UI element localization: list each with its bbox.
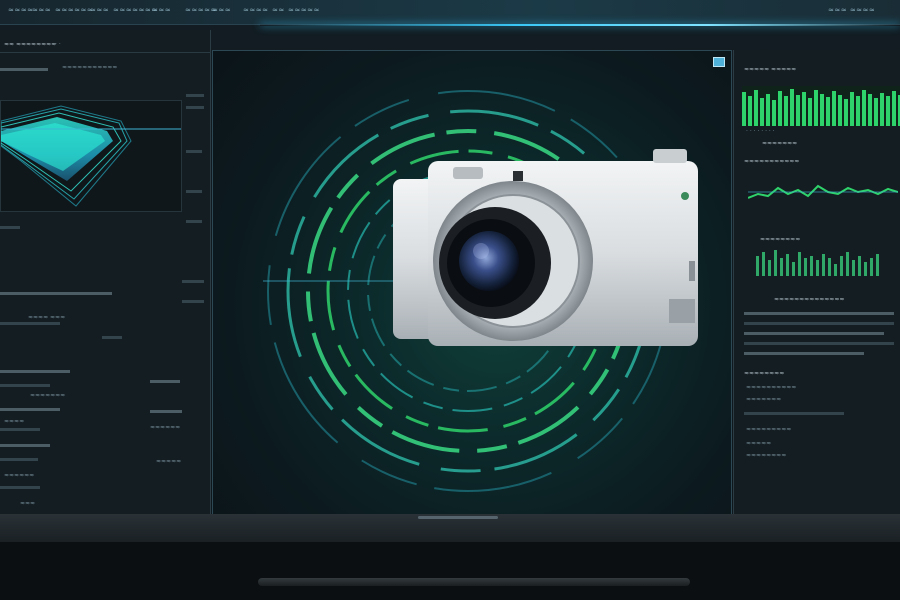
- bar: [186, 106, 204, 109]
- menu-item[interactable]: ≈≈≈≈≈≈≈: [113, 6, 158, 14]
- panel-tab[interactable]: · ·: [55, 41, 61, 48]
- menu-item[interactable]: ≈≈≈≈: [8, 6, 33, 14]
- row-bar: [0, 458, 38, 461]
- top-menu-bar: ≈≈≈≈ ≈≈≈ ≈≈≈≈≈≈ ≈≈≈ ≈≈≈≈≈≈≈ ≈≈≈ ≈≈≈≈≈ ≈≈…: [0, 0, 900, 25]
- row-bar: [744, 342, 894, 345]
- row-label: ≈≈≈≈≈≈≈: [30, 392, 66, 399]
- row-bar: [0, 486, 40, 489]
- bar: [186, 150, 202, 153]
- row-bar: [744, 352, 864, 355]
- bar: [182, 280, 204, 283]
- menu-item[interactable]: ≈≈≈≈≈≈: [55, 6, 93, 14]
- monitor-base: [258, 578, 690, 586]
- bar: [186, 190, 202, 193]
- row-bar: [744, 322, 894, 325]
- menu-item[interactable]: ≈≈≈: [212, 6, 231, 14]
- row-label: ≈≈≈≈≈≈≈≈≈≈: [746, 384, 797, 391]
- row-label: ≈≈≈≈≈: [156, 458, 182, 465]
- panel-subheader: ≈≈≈≈≈≈≈≈≈≈≈: [62, 64, 118, 71]
- section-label: ≈≈≈≈≈≈≈: [762, 140, 798, 147]
- row-label: ≈≈≈≈≈: [746, 440, 772, 447]
- accent-glow-line: [260, 24, 900, 26]
- row-label: ≈≈≈: [20, 500, 36, 507]
- row-bar: [150, 410, 182, 413]
- menu-item[interactable]: ≈≈≈: [32, 6, 51, 14]
- row-label: ≈≈≈≈≈≈: [4, 472, 35, 479]
- top-right-text: ≈≈≈ ≈≈≈≈: [828, 6, 876, 14]
- row-bar: [0, 444, 50, 447]
- panel-title: ≈≈ ≈≈≈≈≈≈≈≈: [4, 41, 57, 48]
- bar: [182, 300, 204, 303]
- row-label: ≈≈≈≈≈≈≈: [746, 396, 782, 403]
- chart-axis-label: · · · · · · · ·: [746, 128, 775, 135]
- bar: [186, 220, 202, 223]
- row-bar: [0, 370, 70, 373]
- camera-icon: [393, 149, 698, 346]
- row-label: ≈≈≈≈: [4, 418, 25, 425]
- row-label: ≈≈≈≈≈≈: [150, 424, 181, 431]
- spectrum-chart: [742, 86, 900, 126]
- menu-item[interactable]: ≈≈≈≈≈: [288, 6, 320, 14]
- row-bar: [744, 332, 884, 335]
- signal-chart: [756, 250, 879, 276]
- bar: [0, 322, 60, 325]
- monitor-screen: ≈≈≈≈ ≈≈≈ ≈≈≈≈≈≈ ≈≈≈ ≈≈≈≈≈≈≈ ≈≈≈ ≈≈≈≈≈ ≈≈…: [0, 0, 900, 522]
- row-bar: [0, 408, 60, 411]
- row-bar: [150, 380, 180, 383]
- menu-item[interactable]: ≈≈≈: [90, 6, 109, 14]
- section-label: ≈≈≈≈≈≈≈≈≈≈≈≈≈≈: [774, 296, 845, 303]
- bezel-indicator: [418, 516, 498, 519]
- menu-item[interactable]: ≈≈≈≈: [243, 6, 268, 14]
- bar: [0, 226, 20, 229]
- focus-rings-graphic: [263, 90, 698, 492]
- row-label: ≈≈≈≈≈≈≈≈≈: [746, 426, 792, 433]
- bar: [186, 94, 204, 97]
- row-bar: [0, 384, 50, 387]
- row-label: ≈≈≈≈≈≈≈≈: [746, 452, 787, 459]
- bar: [0, 292, 112, 295]
- progress-bar: [0, 68, 48, 71]
- monitor-stand-area: [0, 542, 900, 600]
- section-label: ≈≈≈≈≈≈≈≈: [760, 236, 801, 243]
- waveform-chart: [748, 184, 898, 199]
- menu-item[interactable]: ≈≈≈: [152, 6, 171, 14]
- panel-title: ≈≈≈≈≈ ≈≈≈≈≈: [744, 66, 797, 73]
- layered-wave-graphic: [0, 105, 181, 207]
- row-label: ≈≈≈≈≈≈≈≈: [744, 370, 785, 377]
- close-icon[interactable]: ≈≈: [272, 6, 285, 14]
- row-bar: [0, 428, 40, 431]
- left-panel: ≈≈ ≈≈≈≈≈≈≈≈ · · ≈≈≈≈≈≈≈≈≈≈≈ ≈≈≈≈ ≈≈≈ ≈≈≈…: [0, 30, 211, 514]
- left-panel-header: ≈≈ ≈≈≈≈≈≈≈≈ · ·: [0, 38, 210, 53]
- camera-viewport: [212, 50, 732, 516]
- row-bar: [744, 412, 844, 415]
- right-panel: ≈≈≈≈≈ ≈≈≈≈≈ · · · · · · · · ≈≈≈≈≈≈≈ ≈≈≈≈…: [733, 50, 900, 514]
- section-label: ≈≈≈≈ ≈≈≈: [28, 314, 66, 321]
- bar: [102, 336, 122, 339]
- wave-graph: [0, 100, 182, 212]
- section-label: ≈≈≈≈≈≈≈≈≈≈≈: [744, 158, 800, 165]
- row-bar: [744, 312, 894, 315]
